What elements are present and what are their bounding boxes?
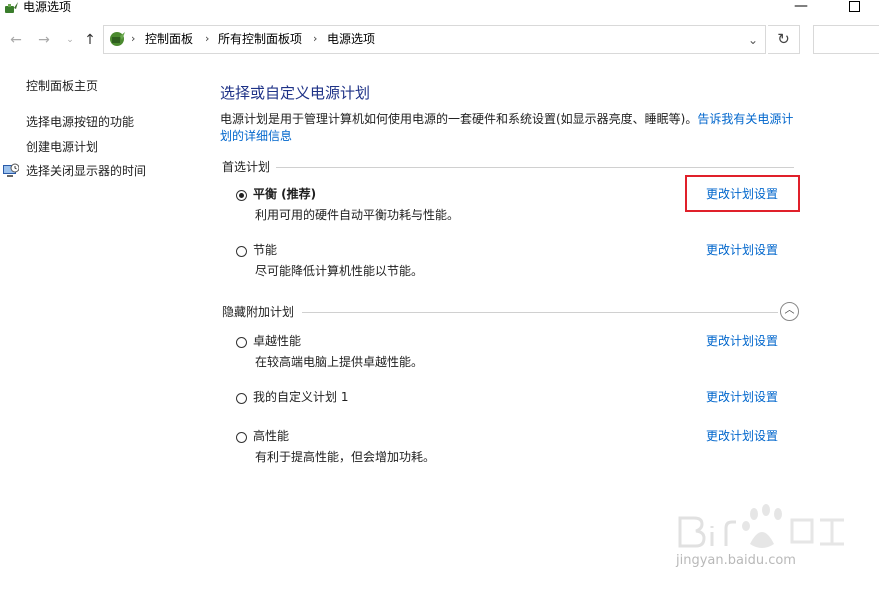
- plan-name-custom: 我的自定义计划 1: [253, 390, 349, 404]
- plan-name-ultimate-performance: 卓越性能: [253, 334, 302, 348]
- refresh-button[interactable]: ↻: [768, 25, 800, 54]
- group-divider: [276, 167, 794, 168]
- preferred-plans-label: 首选计划: [222, 160, 271, 174]
- search-input[interactable]: [813, 25, 879, 54]
- sidebar-item-display-off[interactable]: 选择关闭显示器的时间: [26, 164, 146, 178]
- page-title: 选择或自定义电源计划: [220, 84, 371, 102]
- radio-high-performance[interactable]: [236, 432, 247, 443]
- forward-button[interactable]: →: [34, 30, 54, 50]
- change-plan-settings-link-power-saver[interactable]: 更改计划设置: [706, 243, 778, 257]
- plan-desc-ultimate-performance: 在较高端电脑上提供卓越性能。: [255, 355, 424, 369]
- hidden-plans-label: 隐藏附加计划: [222, 305, 295, 319]
- intro-description: 电源计划是用于管理计算机如何使用电源的一套硬件和系统设置(如显示器亮度、睡眠等)…: [220, 112, 698, 126]
- breadcrumb-separator: ›: [131, 32, 136, 45]
- breadcrumb-all-items[interactable]: 所有控制面板项: [218, 32, 302, 46]
- window-title: 电源选项: [23, 0, 72, 14]
- plan-desc-high-performance: 有利于提高性能，但会增加功耗。: [255, 450, 436, 464]
- maximize-button[interactable]: [839, 0, 869, 16]
- control-panel-icon: [110, 32, 125, 46]
- sidebar-item-create-plan[interactable]: 创建电源计划: [26, 140, 98, 154]
- plan-name-high-performance: 高性能: [253, 429, 290, 443]
- up-button[interactable]: ↑: [80, 30, 100, 50]
- minimize-button[interactable]: —: [786, 0, 816, 16]
- recent-locations-button[interactable]: ⌄: [60, 30, 80, 50]
- plan-name-balanced: 平衡 (推荐): [253, 187, 317, 201]
- breadcrumb-power-options[interactable]: 电源选项: [327, 32, 375, 46]
- maximize-icon: [848, 1, 860, 12]
- change-plan-settings-link-high-performance[interactable]: 更改计划设置: [706, 429, 778, 443]
- change-plan-settings-link-custom[interactable]: 更改计划设置: [706, 390, 778, 404]
- breadcrumb-separator: ›: [313, 32, 318, 45]
- radio-power-saver[interactable]: [236, 246, 247, 257]
- breadcrumb-control-panel[interactable]: 控制面板: [145, 32, 193, 46]
- sidebar-item-power-button[interactable]: 选择电源按钮的功能: [26, 115, 134, 129]
- plan-desc-balanced: 利用可用的硬件自动平衡功耗与性能。: [255, 208, 460, 222]
- radio-balanced[interactable]: [236, 190, 247, 201]
- minimize-icon: —: [794, 0, 808, 14]
- chevron-up-icon[interactable]: ︿: [780, 302, 799, 321]
- intro-text: 电源计划是用于管理计算机如何使用电源的一套硬件和系统设置(如显示器亮度、睡眠等)…: [220, 111, 800, 145]
- radio-ultimate-performance[interactable]: [236, 337, 247, 348]
- breadcrumb-separator: ›: [205, 32, 210, 45]
- watermark-text: jingyan.baidu.com: [676, 553, 796, 568]
- plan-desc-power-saver: 尽可能降低计算机性能以节能。: [255, 264, 424, 278]
- radio-custom-plan[interactable]: [236, 393, 247, 404]
- address-bar[interactable]: › 控制面板 › 所有控制面板项 › 电源选项 ⌄: [103, 25, 766, 54]
- monitor-clock-icon: [3, 163, 19, 177]
- plan-name-power-saver: 节能: [253, 243, 278, 257]
- chevron-down-icon[interactable]: ⌄: [744, 31, 762, 49]
- back-button[interactable]: ←: [6, 30, 26, 50]
- power-options-icon: [5, 2, 18, 13]
- sidebar-item-control-panel-home[interactable]: 控制面板主页: [26, 79, 98, 93]
- highlight-annotation: [685, 175, 800, 212]
- title-bar: 电源选项 —: [0, 0, 879, 18]
- group-divider: [302, 312, 778, 313]
- change-plan-settings-link-ultimate[interactable]: 更改计划设置: [706, 334, 778, 348]
